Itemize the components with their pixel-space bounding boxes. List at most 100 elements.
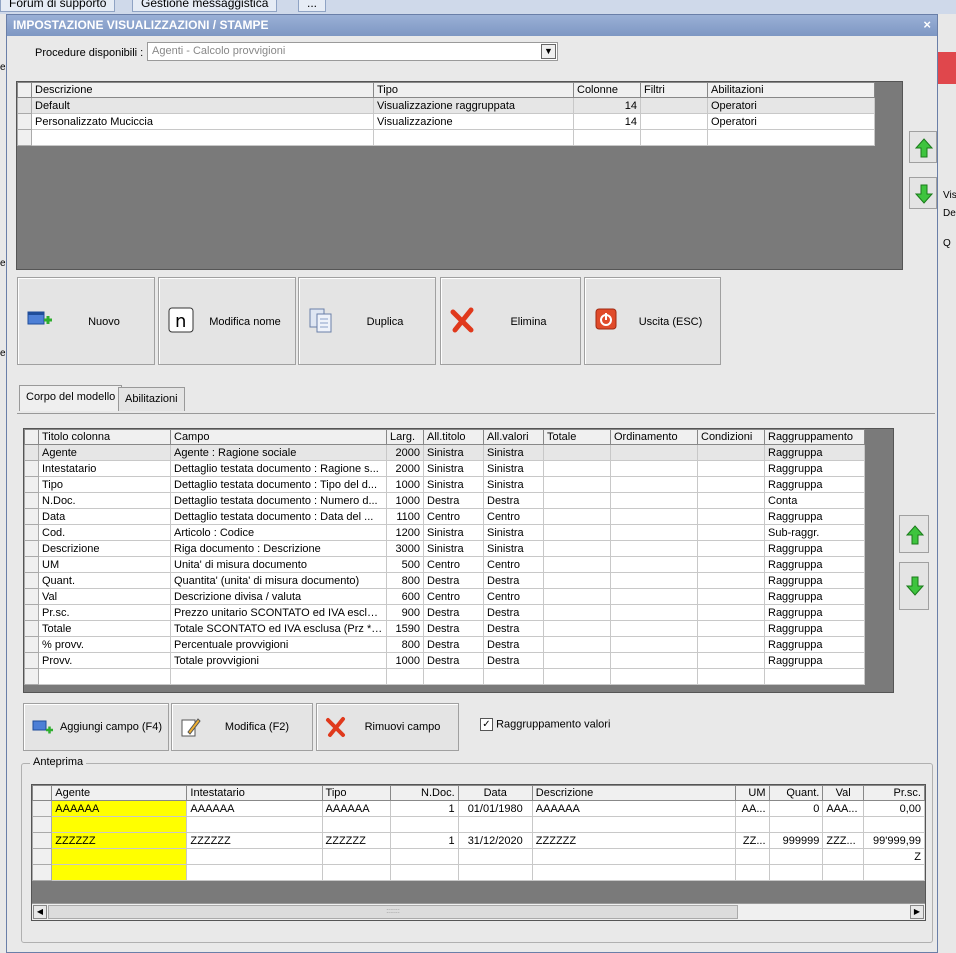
- cell[interactable]: Destra: [483, 636, 544, 653]
- cell[interactable]: [610, 652, 698, 669]
- cell[interactable]: 99'999,99: [862, 832, 925, 849]
- cell[interactable]: Agente : Ragione sociale: [170, 444, 387, 461]
- columns-grid[interactable]: Titolo colonna Campo Larg. All.titolo Al…: [23, 428, 894, 693]
- cell[interactable]: 31/12/2020: [457, 832, 533, 849]
- models-grid[interactable]: Descrizione Tipo Colonne Filtri Abilitaz…: [16, 81, 903, 270]
- cell[interactable]: [531, 848, 736, 865]
- duplica-button[interactable]: Duplica: [298, 277, 436, 365]
- cell[interactable]: [543, 476, 611, 493]
- cell[interactable]: Centro: [483, 556, 544, 573]
- cell[interactable]: Visualizzazione: [373, 113, 574, 130]
- cell[interactable]: Provv.: [38, 652, 171, 669]
- cell[interactable]: Destra: [483, 620, 544, 637]
- cell[interactable]: Raggruppa: [764, 636, 865, 653]
- cell[interactable]: Destra: [483, 604, 544, 621]
- row-indicator[interactable]: [24, 460, 39, 477]
- tab-messaggistica[interactable]: Gestione messaggistica: [132, 0, 278, 12]
- cell[interactable]: [51, 848, 188, 865]
- cell[interactable]: Destra: [423, 604, 484, 621]
- cell[interactable]: Agente: [38, 444, 171, 461]
- col-header[interactable]: Intestatario: [186, 785, 323, 801]
- cell[interactable]: ZZ...: [734, 832, 770, 849]
- cell[interactable]: Z: [862, 848, 925, 865]
- raggruppamento-checkbox[interactable]: ✓ Raggruppamento valori: [480, 718, 610, 731]
- cell[interactable]: [734, 864, 770, 881]
- cell[interactable]: Sinistra: [483, 540, 544, 557]
- cell[interactable]: Raggruppa: [764, 620, 865, 637]
- tab-corpo-modello[interactable]: Corpo del modello: [19, 385, 123, 411]
- elimina-button[interactable]: Elimina: [440, 277, 581, 365]
- cell[interactable]: Raggruppa: [764, 476, 865, 493]
- cell[interactable]: [373, 129, 574, 146]
- cell[interactable]: [610, 460, 698, 477]
- row-indicator[interactable]: [32, 816, 53, 833]
- cell[interactable]: AAAAAA: [531, 800, 736, 817]
- tab-more[interactable]: ...: [298, 0, 327, 12]
- cell[interactable]: Personalizzato Muciccia: [31, 113, 374, 130]
- cell[interactable]: Dettaglio testata documento : Numero d..…: [170, 492, 387, 509]
- col-header[interactable]: Titolo colonna: [38, 429, 171, 445]
- cell[interactable]: Centro: [483, 508, 544, 525]
- cell[interactable]: 600: [386, 588, 424, 605]
- row-indicator[interactable]: [24, 636, 39, 653]
- cell[interactable]: Centro: [423, 556, 484, 573]
- row-indicator[interactable]: [17, 113, 32, 130]
- cell[interactable]: 999999: [768, 832, 824, 849]
- scroll-thumb[interactable]: :::::::: [48, 905, 738, 919]
- cell[interactable]: 2000: [386, 444, 424, 461]
- modifica-nome-button[interactable]: n Modifica nome: [158, 277, 296, 365]
- cell[interactable]: [610, 508, 698, 525]
- cell[interactable]: [543, 524, 611, 541]
- table-row[interactable]: [32, 864, 925, 881]
- cell[interactable]: Raggruppa: [764, 572, 865, 589]
- close-icon[interactable]: ×: [923, 17, 931, 32]
- cell[interactable]: Operatori: [707, 113, 875, 130]
- cell[interactable]: Unita' di misura documento: [170, 556, 387, 573]
- table-row[interactable]: Val Descrizione divisa / valuta 600 Centro C…: [24, 588, 865, 605]
- cell[interactable]: ZZZ...: [822, 832, 864, 849]
- cell[interactable]: [573, 129, 641, 146]
- procedure-select[interactable]: Agenti - Calcolo provvigioni ▼: [147, 42, 558, 61]
- cell[interactable]: [768, 816, 824, 833]
- cell[interactable]: [31, 129, 374, 146]
- row-indicator[interactable]: [24, 476, 39, 493]
- uscita-button[interactable]: Uscita (ESC): [584, 277, 721, 365]
- chevron-down-icon[interactable]: ▼: [541, 44, 556, 59]
- cell[interactable]: [186, 816, 323, 833]
- row-indicator[interactable]: [24, 604, 39, 621]
- cell[interactable]: 1000: [386, 476, 424, 493]
- cell[interactable]: [697, 636, 765, 653]
- row-indicator[interactable]: [24, 492, 39, 509]
- row-indicator[interactable]: [24, 524, 39, 541]
- cell[interactable]: Descrizione divisa / valuta: [170, 588, 387, 605]
- cell[interactable]: UM: [38, 556, 171, 573]
- row-indicator[interactable]: [24, 572, 39, 589]
- row-indicator[interactable]: [24, 668, 39, 685]
- cell[interactable]: ZZZZZZ: [51, 832, 188, 849]
- cell[interactable]: [707, 129, 875, 146]
- col-header[interactable]: Raggruppamento: [764, 429, 865, 445]
- cell[interactable]: [457, 816, 533, 833]
- cell[interactable]: [543, 636, 611, 653]
- col-header[interactable]: Totale: [543, 429, 611, 445]
- move-up-field-button[interactable]: [899, 515, 929, 553]
- cell[interactable]: [543, 652, 611, 669]
- cell[interactable]: [697, 604, 765, 621]
- table-row[interactable]: Pr.sc. Prezzo unitario SCONTATO ed IVA es…: [24, 604, 865, 621]
- cell[interactable]: Centro: [423, 588, 484, 605]
- cell[interactable]: Dettaglio testata documento : Data del .…: [170, 508, 387, 525]
- cell[interactable]: [389, 848, 459, 865]
- table-row[interactable]: AAAAAA AAAAAA AAAAAA 1 01/01/1980 AAAAAA AA...…: [32, 800, 925, 817]
- table-row[interactable]: N.Doc. Dettaglio testata documento : Nume…: [24, 492, 865, 509]
- col-header[interactable]: Pr.sc.: [862, 785, 925, 801]
- cell[interactable]: [862, 864, 925, 881]
- cell[interactable]: [822, 848, 864, 865]
- row-indicator[interactable]: [24, 588, 39, 605]
- cell[interactable]: Totale provvigioni: [170, 652, 387, 669]
- cell[interactable]: [610, 492, 698, 509]
- col-header[interactable]: Ordinamento: [610, 429, 698, 445]
- cell[interactable]: [543, 572, 611, 589]
- cell[interactable]: [697, 668, 765, 685]
- move-down-field-button[interactable]: [899, 562, 929, 610]
- col-header[interactable]: Val: [822, 785, 864, 801]
